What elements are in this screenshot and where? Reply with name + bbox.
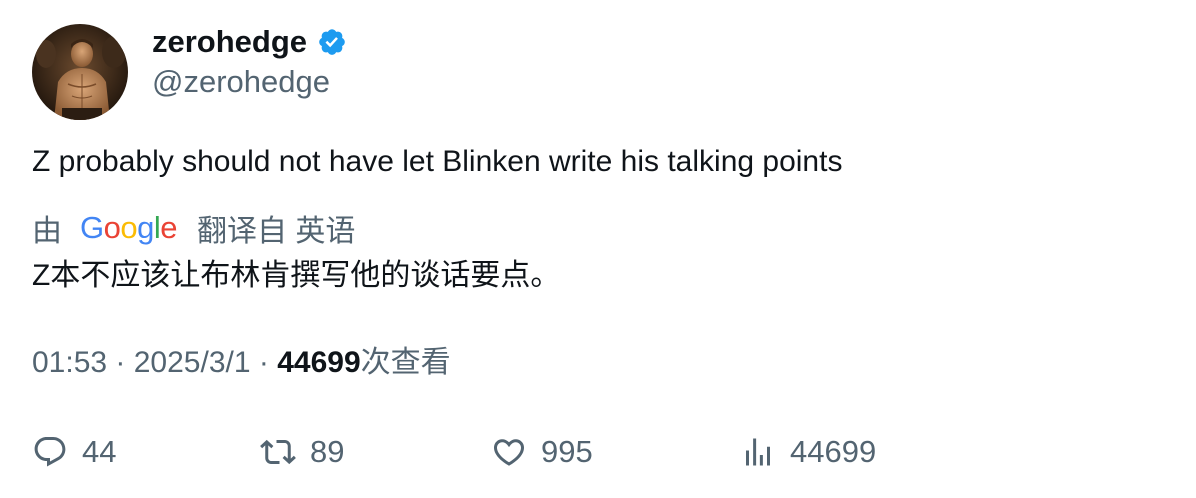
views-action-count: 44699 <box>790 434 877 469</box>
reply-count: 44 <box>82 434 117 469</box>
retweet-button[interactable]: 89 <box>260 432 344 472</box>
author-display-name[interactable]: zerohedge <box>152 22 347 62</box>
translation-attribution: 由 Google 翻译自 英语 <box>32 207 355 249</box>
translation-prefix: 由 <box>32 215 62 248</box>
reply-icon <box>34 437 66 467</box>
google-logo[interactable]: Google <box>80 210 178 246</box>
like-button[interactable]: 995 <box>491 432 593 472</box>
views-button[interactable]: 44699 <box>740 432 876 472</box>
translated-tweet-text: Z本不应该让布林肯撰写他的谈话要点。 <box>32 259 561 292</box>
author-handle[interactable]: @zerohedge <box>152 62 330 102</box>
meta-separator: · <box>258 346 278 379</box>
reply-button[interactable]: 44 <box>32 432 116 472</box>
avatar-photo <box>32 24 128 120</box>
avatar[interactable] <box>32 24 128 120</box>
views-label: 次查看 <box>360 346 451 379</box>
retweet-icon <box>260 439 296 465</box>
tweet-meta: 01:53 · 2025/3/1 · 44699次查看 <box>32 343 451 383</box>
tweet-text: Z probably should not have let Blinken w… <box>32 145 843 178</box>
verified-badge-icon <box>319 29 345 55</box>
meta-separator: · <box>115 346 134 379</box>
author-name-text: zerohedge <box>152 24 308 59</box>
tweet-time[interactable]: 01:53 <box>32 346 107 379</box>
like-count: 995 <box>541 434 593 469</box>
tweet-date[interactable]: 2025/3/1 <box>134 346 251 379</box>
views-count: 44699 <box>277 346 361 379</box>
views-chart-icon <box>746 438 770 466</box>
translation-suffix: 翻译自 英语 <box>197 215 356 248</box>
retweet-count: 89 <box>310 434 345 469</box>
heart-icon <box>493 439 525 466</box>
